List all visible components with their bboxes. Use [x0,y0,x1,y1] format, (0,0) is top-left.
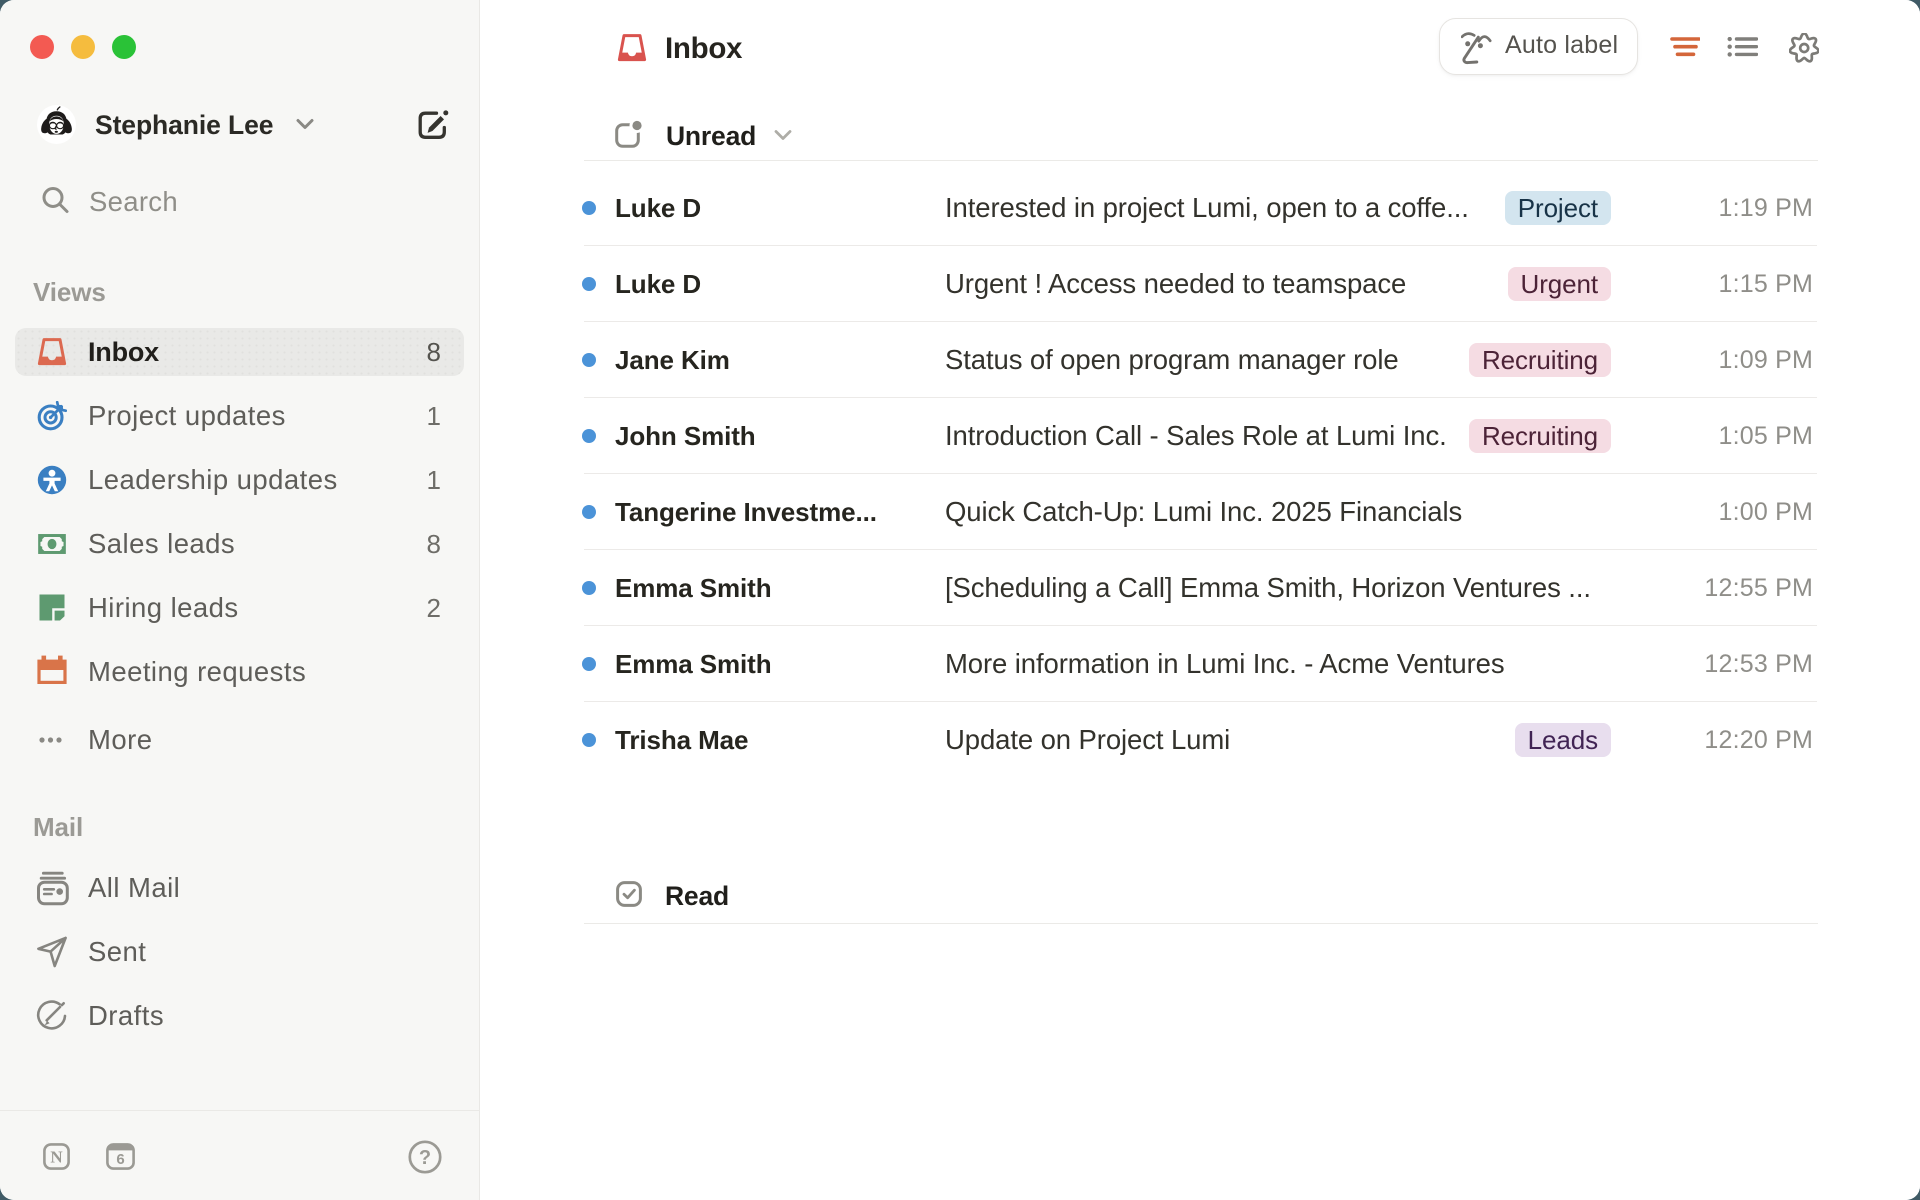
svg-text:?: ? [419,1147,431,1169]
svg-text:6: 6 [116,1151,124,1168]
svg-text:N: N [50,1148,63,1167]
